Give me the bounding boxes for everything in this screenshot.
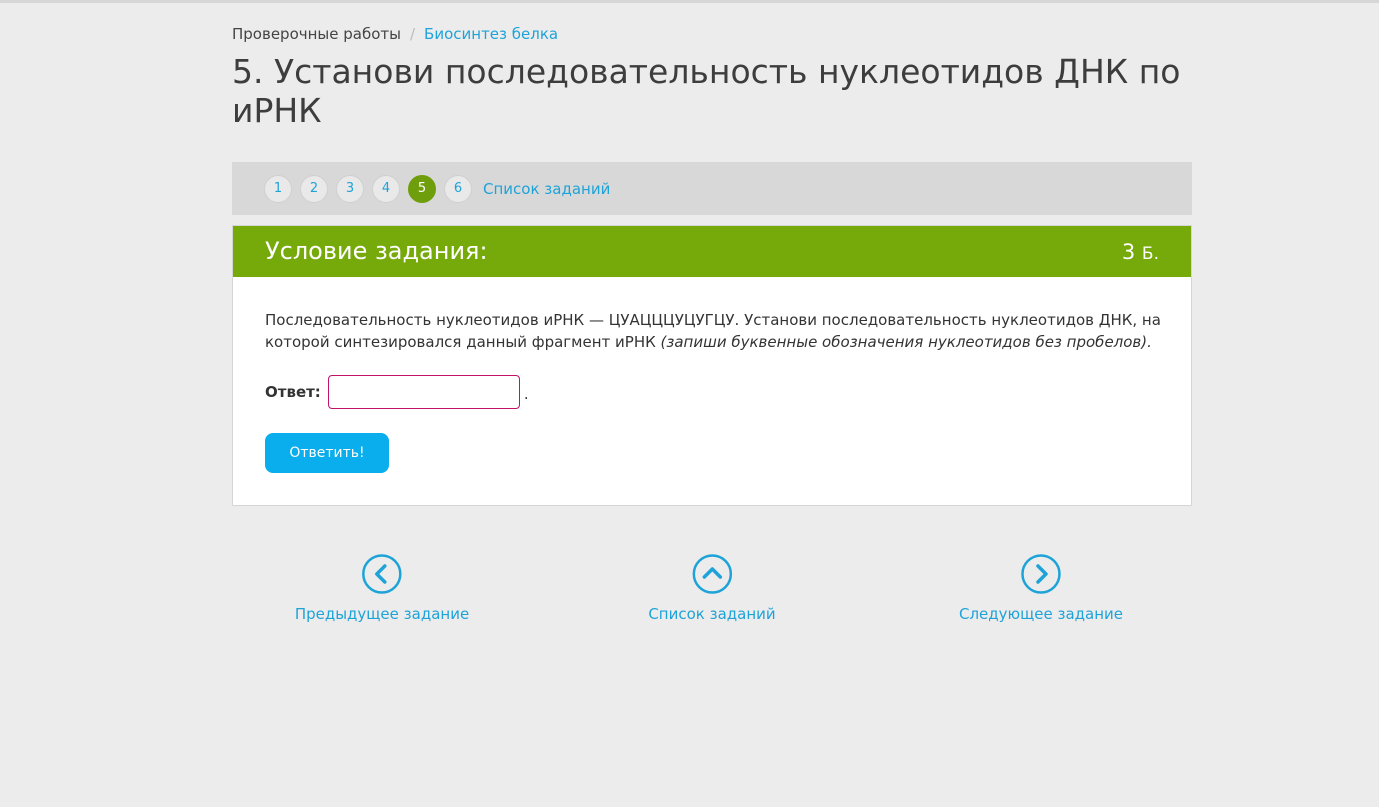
prev-task-link[interactable]: Предыдущее задание: [295, 554, 469, 623]
pager-item-1[interactable]: 1: [264, 174, 292, 203]
pager-item-4[interactable]: 4: [372, 174, 400, 203]
prev-task-label[interactable]: Предыдущее задание: [295, 605, 469, 623]
task-list-label[interactable]: Список заданий: [648, 605, 775, 623]
pager-item-5-active[interactable]: 5: [408, 174, 436, 203]
task-pager: 1 2 3 4 5 6 Список заданий: [232, 162, 1192, 215]
answer-row: Ответ: .: [265, 375, 529, 409]
chevron-up-circle-icon: [692, 554, 732, 594]
task-list-link[interactable]: Список заданий: [648, 554, 776, 623]
next-task-label[interactable]: Следующее задание: [959, 605, 1123, 623]
task-header-title: Условие задания:: [265, 237, 488, 265]
answer-label: Ответ:: [265, 383, 321, 401]
answer-input[interactable]: [327, 375, 520, 409]
pager-item-2[interactable]: 2: [300, 174, 328, 203]
task-points-unit: Б.: [1141, 244, 1159, 264]
top-border: [0, 0, 1379, 3]
breadcrumb-current[interactable]: Биосинтез белка: [424, 25, 558, 43]
pager-item-6[interactable]: 6: [444, 174, 472, 203]
page-title: 5. Установи последовательность нуклеотид…: [232, 52, 1181, 130]
next-task-link[interactable]: Следующее задание: [959, 554, 1123, 623]
task-text-hint: (запиши буквенные обозначения нуклеотидо…: [660, 333, 1152, 351]
chevron-right-circle-icon: [1021, 554, 1061, 594]
pager-item-3[interactable]: 3: [336, 174, 364, 203]
submit-answer-button[interactable]: Ответить!: [265, 433, 389, 473]
answer-suffix: .: [523, 385, 529, 403]
task-header: Условие задания: 3 Б.: [233, 226, 1191, 277]
pager-task-list-link[interactable]: Список заданий: [483, 180, 610, 198]
chevron-left-circle-icon: [362, 554, 402, 594]
breadcrumb-separator: /: [409, 25, 416, 43]
task-points: 3 Б.: [1122, 238, 1159, 268]
task-panel: Условие задания: 3 Б. Последовательность…: [232, 225, 1192, 506]
task-points-value: 3: [1121, 240, 1136, 264]
task-text: Последовательность нуклеотидов иРНК — ЦУ…: [265, 309, 1165, 353]
breadcrumb-root[interactable]: Проверочные работы: [232, 25, 401, 43]
breadcrumb: Проверочные работы / Биосинтез белка: [232, 24, 558, 44]
